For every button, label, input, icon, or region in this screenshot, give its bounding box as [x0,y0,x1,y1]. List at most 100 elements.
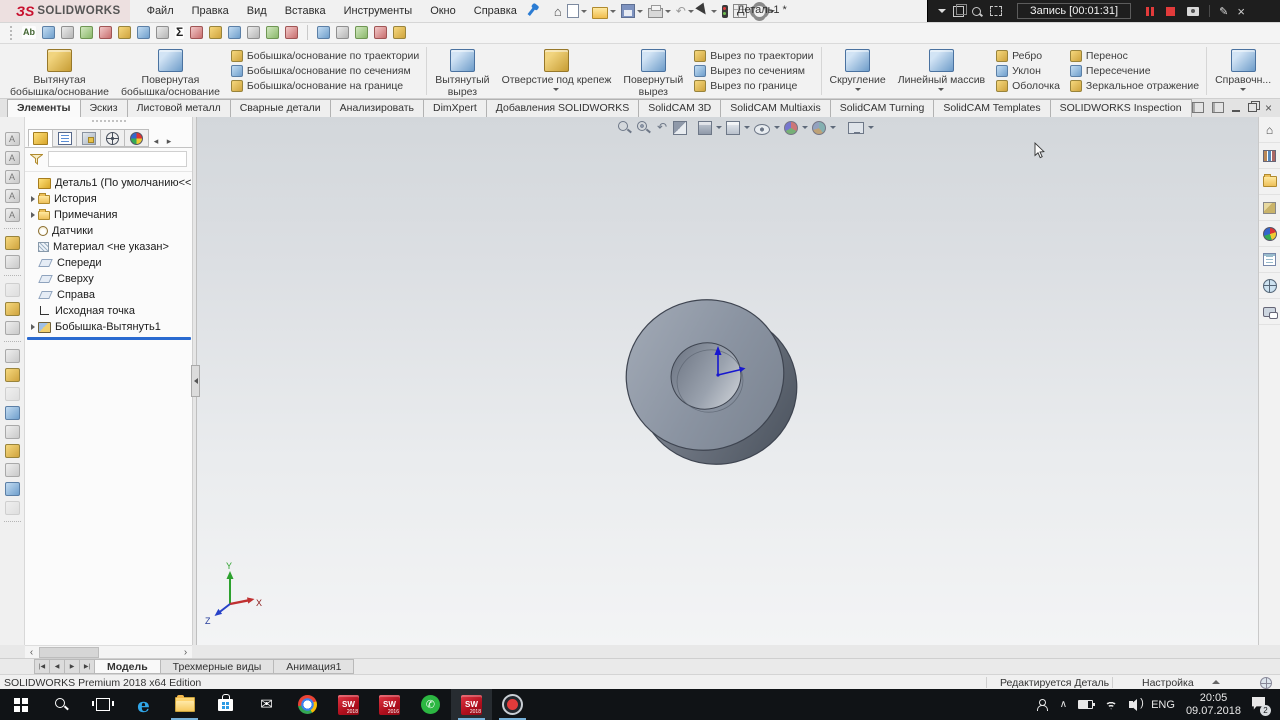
taskbar-solidworks-2018-front[interactable]: SW2018 [451,689,492,720]
panel-grip[interactable] [92,120,126,126]
tree-item-root[interactable]: Деталь1 (По умолчанию<<По [25,175,192,191]
expand-arrow-icon[interactable] [28,196,38,202]
appearance-tool-icon[interactable] [336,26,349,39]
taskbar-screen-recorder[interactable] [492,689,533,720]
taskbar-file-explorer[interactable] [164,689,205,720]
taskbar-search[interactable] [41,689,82,720]
task-pane-resources[interactable] [1259,143,1280,169]
recorder-window-select-icon[interactable] [953,6,964,17]
taskbar-whatsapp[interactable]: ✆ [410,689,451,720]
measure-icon[interactable] [61,26,74,39]
annotation-edit-icon[interactable]: A [5,151,20,165]
ribbon-button-extruded-boss-base[interactable]: Вытянутаябобышка/основание [4,44,115,98]
tab-property-manager[interactable] [52,129,77,147]
tree-item-sensors[interactable]: Датчики [25,223,192,239]
sensors-tool-icon[interactable] [118,26,131,39]
minimize-icon[interactable] [1232,103,1240,112]
first-sheet-button[interactable]: |◀ [34,659,50,674]
undo-icon[interactable]: ↶ [676,5,686,18]
ribbon-button-swept-cut[interactable]: Вырез по траектории [694,49,813,64]
people-icon[interactable] [1036,699,1049,711]
print-icon[interactable] [648,8,663,18]
linear-pattern-dropdown-icon[interactable] [938,88,944,91]
taskbar-solidworks-2016[interactable]: SW2016 [369,689,410,720]
geometry-analysis-icon[interactable] [156,26,169,39]
annotation-note-icon[interactable]: A [5,132,20,146]
hole-wizard-dropdown-icon[interactable] [553,88,559,91]
tab-solidcam-3d[interactable]: SolidCAM 3D [638,99,721,117]
tab-элементы[interactable]: Элементы [7,99,81,117]
clock[interactable]: 20:05 09.07.2018 [1186,692,1241,718]
sheet-tab-трехмерные-виды[interactable]: Трехмерные виды [160,659,275,674]
ribbon-button-lofted-cut[interactable]: Вырез по сечениям [694,64,813,79]
configuration-status[interactable]: Настройка [1142,677,1194,689]
scroll-left-icon[interactable]: ‹ [25,647,38,658]
feature-wrench-icon[interactable] [5,463,20,477]
recorder-zoom-icon[interactable] [972,7,981,16]
menu-вид[interactable]: Вид [238,1,276,21]
sweep-path-icon[interactable] [5,425,20,439]
curvature-check-icon[interactable] [190,26,203,39]
tree-item-plane[interactable]: Сверху [25,271,192,287]
pane-left-icon[interactable] [1192,102,1204,113]
close-icon[interactable]: × [1265,103,1272,113]
task-pane-forum[interactable] [1259,299,1280,325]
search-settings-icon[interactable] [42,26,55,39]
ribbon-button-intersect[interactable]: Пересечение [1070,64,1199,79]
menu-инструменты[interactable]: Инструменты [335,1,422,21]
task-pane-toolbox[interactable] [1259,195,1280,221]
annotation-box-icon[interactable]: A [5,208,20,222]
lofted-feature-icon[interactable] [5,387,20,401]
deviation-analysis-icon[interactable] [209,26,222,39]
recorder-collapse-icon[interactable] [938,9,946,13]
tab-feature-manager[interactable] [28,129,53,147]
action-center[interactable]: 2 [1252,697,1268,713]
web-help-icon[interactable] [393,26,406,39]
blue-feature-icon[interactable] [5,501,20,515]
equations-icon[interactable]: Σ [175,26,184,39]
tab-configuration-manager[interactable] [76,129,101,147]
check-feature-icon[interactable] [137,26,150,39]
menu-файл[interactable]: Файл [138,1,183,21]
tabs-scroll-right-icon[interactable]: ▸ [164,136,174,147]
filter-input[interactable] [48,151,187,167]
ribbon-button-wrap[interactable]: Перенос [1070,49,1199,64]
select-icon[interactable] [695,2,712,21]
ribbon-button-rib[interactable]: Ребро [996,49,1060,64]
tab-dimxpert[interactable]: DimXpert [423,99,487,117]
open-document-icon[interactable] [592,7,608,19]
performance-evaluation-icon[interactable] [99,26,112,39]
options-dropdown-icon[interactable] [266,26,279,39]
boss-feature-icon[interactable] [5,368,20,382]
spell-check-icon[interactable]: Ab [22,26,36,39]
open-document-dropdown-icon[interactable] [610,10,616,13]
tree-item-origin[interactable]: Исходная точка [25,303,192,319]
tabs-scroll-left-icon[interactable]: ◂ [151,136,161,147]
fillet-dropdown-icon[interactable] [855,88,861,91]
recorder-pause-button[interactable] [1146,7,1154,16]
tab-solidcam-templates[interactable]: SolidCAM Templates [933,99,1050,117]
tab-display-manager[interactable] [124,129,149,147]
home-icon[interactable]: ⌂ [554,5,562,18]
ribbon-button-linear-pattern[interactable]: Линейный массив [892,44,991,98]
tab-добавления-solidworks[interactable]: Добавления SOLIDWORKS [486,99,639,117]
recorder-region-select-icon[interactable] [990,6,1002,16]
ribbon-button-shell[interactable]: Оболочка [996,79,1060,94]
tree-item-plane[interactable]: Спереди [25,255,192,271]
symmetry-check-icon[interactable] [228,26,241,39]
graphics-viewport[interactable]: ↶ [197,117,1258,645]
render-tools-icon[interactable] [317,26,330,39]
ribbon-button-extruded-cut[interactable]: Вытянутыйвырез [429,44,495,98]
ribbon-button-revolved-cut[interactable]: Повернутыйвырез [617,44,689,98]
panel-horizontal-scrollbar[interactable]: ‹ › [25,645,192,658]
extruded-feature-icon[interactable] [5,302,20,316]
battery-icon[interactable] [1078,700,1093,709]
tray-expand-icon[interactable]: ∧ [1060,699,1067,710]
tree-item-plane[interactable]: Справа [25,287,192,303]
task-pane-design-library[interactable] [1259,169,1280,195]
menu-правка[interactable]: Правка [183,1,238,21]
tab-сварные-детали[interactable]: Сварные детали [230,99,331,117]
new-document-icon[interactable] [567,4,579,18]
swept-feature-icon[interactable] [5,349,20,363]
revolved-feature-icon[interactable] [5,321,20,335]
